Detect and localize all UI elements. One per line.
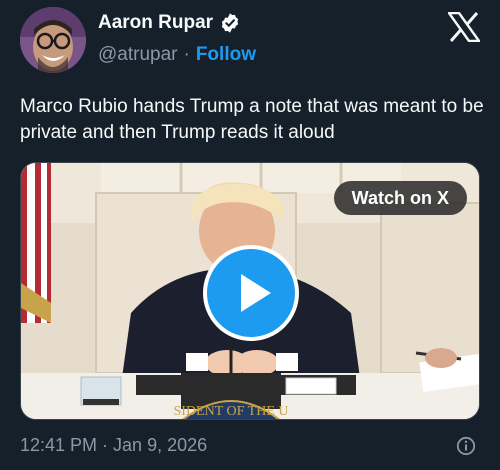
tweet-text: Marco Rubio hands Trump a note that was … (20, 96, 484, 143)
watch-on-x-button[interactable]: Watch on X (333, 181, 467, 215)
author-handle[interactable]: @atrupar (98, 44, 178, 66)
verified-badge-icon (221, 13, 239, 33)
x-logo-icon[interactable] (448, 12, 480, 42)
info-icon[interactable] (456, 436, 476, 456)
video-player[interactable]: SIDENT OF THE U Watch on X (20, 162, 480, 420)
follow-button[interactable]: Follow (196, 44, 256, 66)
presidential-seal-text: SIDENT OF THE U (174, 404, 289, 419)
separator-dot: · (183, 44, 190, 65)
play-icon (241, 274, 271, 312)
author-display-name[interactable]: Aaron Rupar (98, 12, 213, 34)
author-handle-row: @atrupar · Follow (98, 44, 256, 66)
tweet-timestamp[interactable]: 12:41 PM · Jan 9, 2026 (20, 435, 207, 456)
avatar[interactable] (20, 7, 86, 73)
play-button[interactable] (203, 245, 299, 341)
avatar-image (20, 7, 86, 73)
author-name-row: Aaron Rupar (98, 12, 241, 34)
tweet-card: Aaron Rupar @atrupar · Follow Marco Rubi… (0, 0, 500, 470)
